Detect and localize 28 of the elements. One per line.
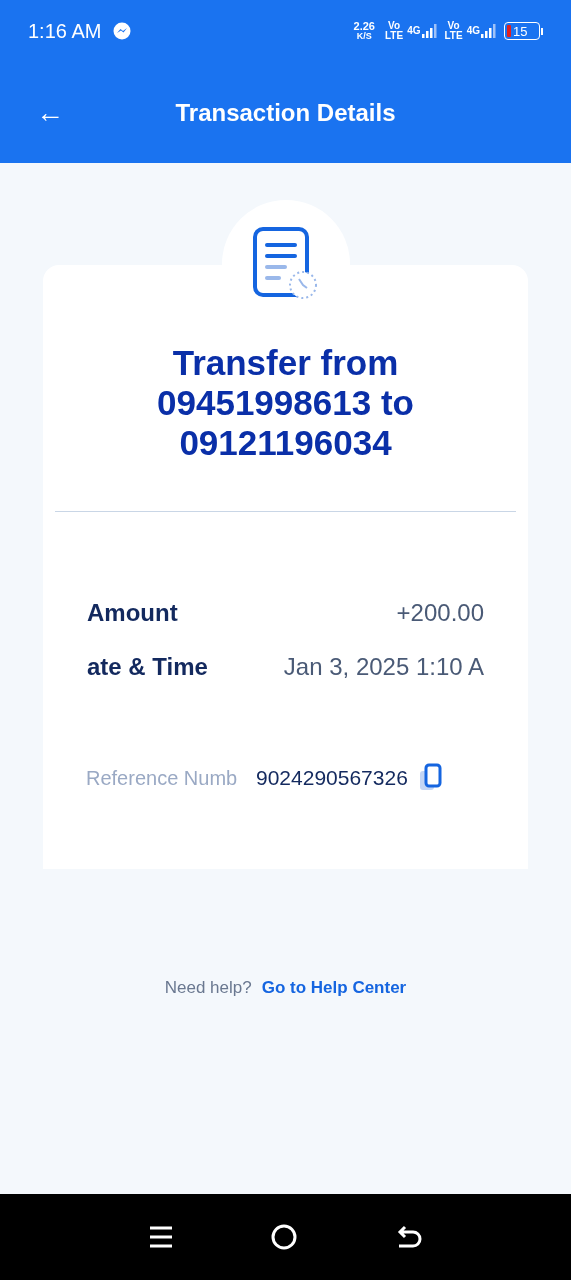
transfer-title: Transfer from 09451998613 to 09121196034 <box>156 343 415 463</box>
copy-icon[interactable] <box>417 762 444 793</box>
detail-value: Jan 3, 2025 1:10 A <box>283 652 484 682</box>
volte-label: Vo <box>447 21 460 31</box>
speed-unit: K/S <box>356 31 372 41</box>
detail-label: ate & Time <box>87 652 208 682</box>
status-time: 1:16 AM <box>28 19 102 44</box>
help-prompt: Need help? <box>164 977 252 999</box>
network-type: 4G <box>407 24 421 38</box>
signal-icon <box>420 23 437 39</box>
document-clock-icon <box>252 227 319 301</box>
battery-level: 15 <box>513 24 528 38</box>
lte-label: LTE <box>444 31 463 41</box>
volte-label: Vo <box>388 21 401 31</box>
lte-label: LTE <box>385 31 404 41</box>
network-type: 4G <box>466 24 480 38</box>
detail-value: +200.00 <box>396 598 484 628</box>
signal-icon <box>480 23 496 39</box>
home-icon[interactable] <box>270 1223 299 1251</box>
reference-label: Reference Numb <box>86 765 239 791</box>
reference-number: 9024290567326 <box>256 765 408 791</box>
network-speed: 2.26 <box>353 21 375 31</box>
messenger-icon <box>113 22 132 40</box>
detail-label: Amount <box>87 598 178 628</box>
back-button[interactable]: ← <box>34 98 66 127</box>
menu-icon[interactable] <box>148 1224 175 1250</box>
screen-title: Transaction Details <box>174 97 397 128</box>
help-center-link[interactable]: Go to Help Center <box>261 975 407 1001</box>
